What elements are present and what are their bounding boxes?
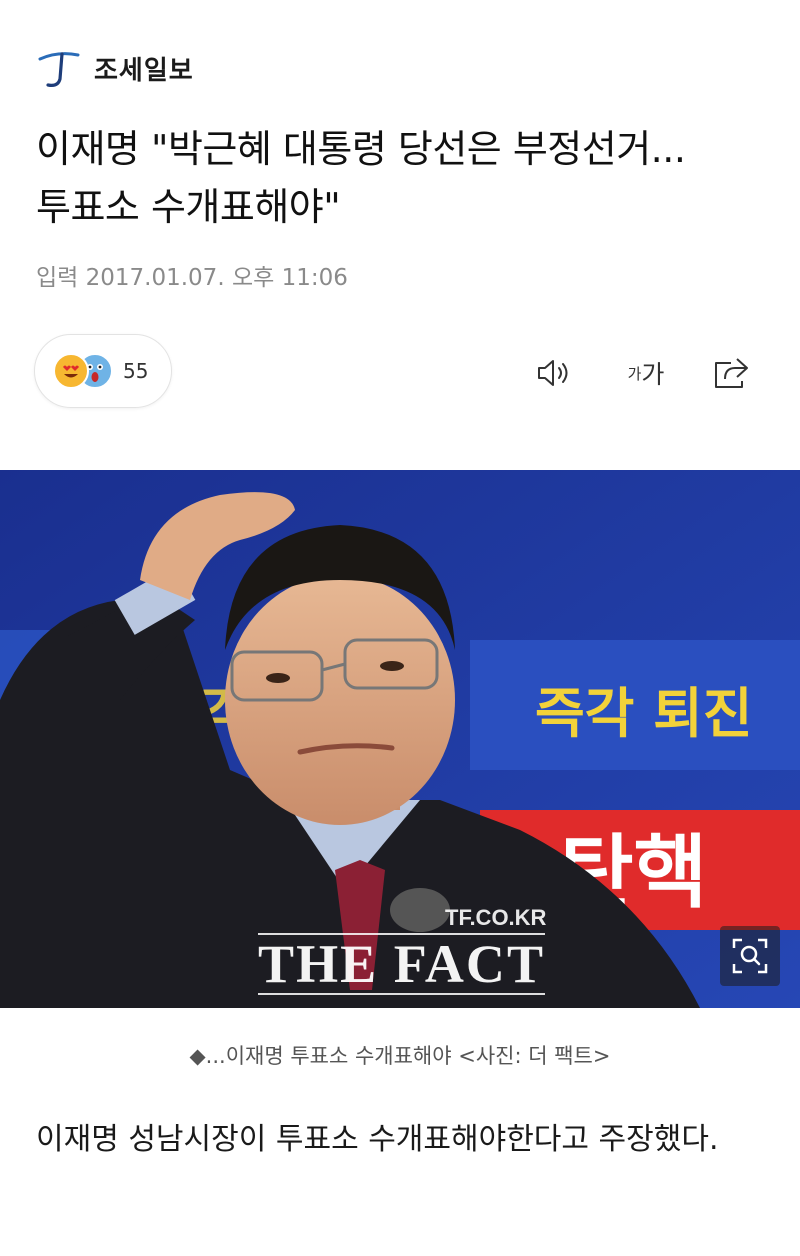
share-button[interactable] bbox=[706, 348, 756, 398]
watermark-brand: THE FACT bbox=[258, 934, 543, 994]
share-icon bbox=[715, 358, 748, 388]
reaction-count: 55 bbox=[123, 359, 149, 383]
speaker-icon bbox=[538, 360, 568, 386]
article-body-paragraph: 이재명 성남시장이 투표소 수개표해야한다고 주장했다. bbox=[36, 1122, 719, 1157]
banner-text-top: 즉각 퇴진 bbox=[535, 682, 753, 745]
article-headline: 이재명 "박근혜 대통령 당선은 부정선거... 투표소 수개표해야" bbox=[36, 120, 766, 236]
font-size-button[interactable]: 가 가 bbox=[618, 348, 674, 398]
headline-line-1: 이재명 "박근혜 대통령 당선은 부정선거... bbox=[36, 127, 686, 171]
publisher-name[interactable]: 조세일보 bbox=[94, 50, 194, 87]
photo-caption: ◆...이재명 투표소 수개표해야 <사진: 더 팩트> bbox=[189, 1044, 611, 1068]
headline-line-2: 투표소 수개표해야" bbox=[36, 185, 341, 229]
watermark-site: TF.CO.KR bbox=[445, 905, 547, 930]
listen-button[interactable] bbox=[530, 348, 580, 398]
chosun-logo-icon bbox=[38, 52, 80, 87]
article-dateline: 입력 2017.01.07. 오후 11:06 bbox=[36, 265, 348, 291]
article-toolbar: 가 가 bbox=[530, 348, 760, 398]
font-size-large-label: 가 bbox=[641, 360, 665, 389]
article-photo[interactable]: 즉각 퇴진 즉각 탄핵 TF.CO.KR THE FACT bbox=[0, 470, 800, 1008]
photo-zoom-button[interactable] bbox=[720, 926, 780, 986]
reaction-button[interactable]: 55 bbox=[34, 334, 172, 408]
zoom-icon bbox=[732, 938, 768, 974]
heart-eyes-emoji-icon bbox=[53, 353, 89, 389]
publisher-header[interactable]: 조세일보 bbox=[36, 44, 194, 92]
font-size-small-label: 가 bbox=[627, 364, 642, 383]
